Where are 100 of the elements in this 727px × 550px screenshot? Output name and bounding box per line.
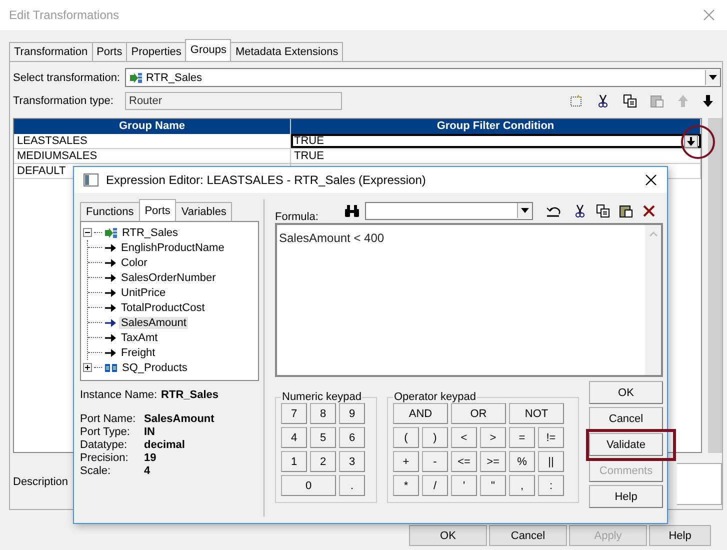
keypad-key[interactable]: 5 bbox=[310, 427, 336, 448]
binoculars-icon[interactable] bbox=[344, 204, 360, 218]
search-dropdown[interactable] bbox=[365, 202, 533, 220]
delete-icon[interactable] bbox=[642, 204, 656, 218]
tree-item[interactable]: SalesAmount bbox=[119, 316, 188, 328]
keypad-key[interactable]: 6 bbox=[339, 427, 365, 448]
tree-item[interactable]: UnitPrice bbox=[119, 286, 168, 298]
dialog-button[interactable]: OK bbox=[409, 525, 487, 546]
new-group-icon[interactable] bbox=[569, 94, 583, 108]
tab[interactable]: Functions bbox=[80, 202, 140, 221]
keypad-key[interactable]: < bbox=[451, 427, 477, 448]
keypad-key[interactable]: 8 bbox=[310, 403, 336, 424]
dialog-button[interactable]: Validate bbox=[589, 433, 663, 456]
keypad-key[interactable]: ) bbox=[422, 427, 448, 448]
keypad-key[interactable]: / bbox=[422, 475, 448, 496]
keypad-key[interactable]: 7 bbox=[281, 403, 307, 424]
port-arrow-icon bbox=[105, 304, 116, 312]
field-value: decimal bbox=[144, 439, 186, 452]
close-icon[interactable] bbox=[645, 174, 657, 186]
port-arrow-icon bbox=[105, 318, 116, 326]
keypad-key[interactable]: ( bbox=[393, 427, 419, 448]
keypad-key[interactable]: <= bbox=[451, 451, 477, 472]
keypad-key[interactable]: 4 bbox=[281, 427, 307, 448]
tree-item[interactable]: Freight bbox=[119, 346, 158, 358]
field-label: Datatype: bbox=[80, 439, 128, 452]
expand-toggle[interactable] bbox=[83, 363, 92, 372]
port-arrow-icon bbox=[105, 334, 116, 342]
tree-item[interactable]: TaxAmt bbox=[119, 332, 160, 344]
cut-icon[interactable] bbox=[573, 204, 587, 218]
port-arrow-icon bbox=[105, 348, 116, 356]
port-arrow-icon bbox=[105, 258, 116, 266]
cut-icon[interactable] bbox=[596, 94, 610, 108]
keypad-key[interactable]: ' bbox=[451, 475, 477, 496]
keypad-key[interactable]: 9 bbox=[339, 403, 365, 424]
dropdown-arrow-icon[interactable] bbox=[521, 208, 529, 213]
window-icon bbox=[83, 173, 99, 187]
field-label: Description bbox=[13, 475, 68, 489]
tab[interactable]: Transformation bbox=[9, 42, 93, 61]
tab[interactable]: Groups bbox=[185, 39, 232, 61]
instance-name: RTR_Sales bbox=[161, 389, 219, 401]
tree-item[interactable]: EnglishProductName bbox=[119, 242, 226, 254]
keypad-key[interactable]: > bbox=[480, 427, 506, 448]
tab[interactable]: Variables bbox=[175, 202, 232, 221]
paste-icon[interactable] bbox=[619, 204, 633, 218]
keypad-key[interactable]: % bbox=[509, 451, 535, 472]
keypad-key[interactable]: 3 bbox=[339, 451, 365, 472]
formula-field[interactable]: SalesAmount < 400 bbox=[275, 223, 663, 377]
field-label: Scale: bbox=[80, 465, 112, 478]
keypad-key[interactable]: 0 bbox=[281, 475, 336, 496]
dialog-button[interactable]: Help bbox=[649, 525, 711, 546]
tree-item[interactable]: SalesOrderNumber bbox=[119, 272, 218, 284]
keypad-key[interactable]: OR bbox=[451, 403, 506, 424]
group-title: Operator keypad bbox=[393, 391, 477, 403]
keypad-key[interactable]: || bbox=[538, 451, 564, 472]
keypad-key[interactable]: - bbox=[422, 451, 448, 472]
transformation-dropdown[interactable]: RTR_Sales bbox=[125, 68, 721, 87]
router-icon bbox=[129, 72, 143, 84]
keypad-key[interactable]: 2 bbox=[310, 451, 336, 472]
keypad-key[interactable]: : bbox=[538, 475, 564, 496]
field-value: 19 bbox=[144, 452, 158, 465]
tree-item[interactable]: TotalProductCost bbox=[119, 302, 207, 314]
dropdown-arrow-icon[interactable] bbox=[709, 75, 717, 80]
copy-icon[interactable] bbox=[623, 94, 637, 108]
keypad-key[interactable]: = bbox=[509, 427, 535, 448]
keypad-key[interactable]: . bbox=[339, 475, 365, 496]
keypad-key[interactable]: >= bbox=[480, 451, 506, 472]
table-cell: TRUE bbox=[291, 149, 701, 163]
port-arrow-icon bbox=[105, 244, 116, 252]
port-arrow-icon bbox=[105, 274, 116, 282]
table-cell: MEDIUMSALES bbox=[14, 149, 291, 163]
keypad-key[interactable]: != bbox=[538, 427, 564, 448]
dialog-button[interactable]: Cancel bbox=[589, 407, 663, 430]
keypad-key[interactable]: + bbox=[393, 451, 419, 472]
field-value: 4 bbox=[144, 465, 152, 478]
tree-item[interactable]: RTR_Sales bbox=[120, 226, 178, 238]
column-header: Group Name bbox=[14, 119, 291, 134]
field-label: Transformation type: bbox=[13, 94, 114, 108]
copy-icon[interactable] bbox=[596, 204, 610, 218]
keypad-key[interactable]: 1 bbox=[281, 451, 307, 472]
keypad-key[interactable]: * bbox=[393, 475, 419, 496]
keypad-key[interactable]: " bbox=[480, 475, 506, 496]
expand-toggle[interactable] bbox=[83, 228, 92, 237]
tree-item[interactable]: Color bbox=[119, 256, 150, 268]
keypad-key[interactable]: AND bbox=[393, 403, 448, 424]
tab[interactable]: Ports bbox=[138, 199, 176, 221]
tab[interactable]: Metadata Extensions bbox=[230, 42, 344, 61]
table-cell: TRUE bbox=[291, 134, 701, 148]
dialog-button[interactable]: Cancel bbox=[489, 525, 567, 546]
field-label: Precision: bbox=[80, 452, 130, 465]
down-arrow-icon[interactable] bbox=[702, 94, 714, 108]
tree-item[interactable]: SQ_Products bbox=[120, 362, 188, 374]
keypad-key[interactable]: NOT bbox=[509, 403, 564, 424]
keypad-key[interactable]: , bbox=[509, 475, 535, 496]
group-title: Numeric keypad bbox=[281, 391, 362, 403]
table-cell: LEASTSALES bbox=[14, 134, 291, 148]
dialog-button[interactable]: OK bbox=[589, 381, 663, 404]
expression-button[interactable] bbox=[684, 135, 698, 148]
description-field[interactable] bbox=[677, 463, 722, 505]
transformation-type-field: Router bbox=[125, 92, 342, 110]
dialog-button[interactable]: Help bbox=[589, 485, 663, 508]
